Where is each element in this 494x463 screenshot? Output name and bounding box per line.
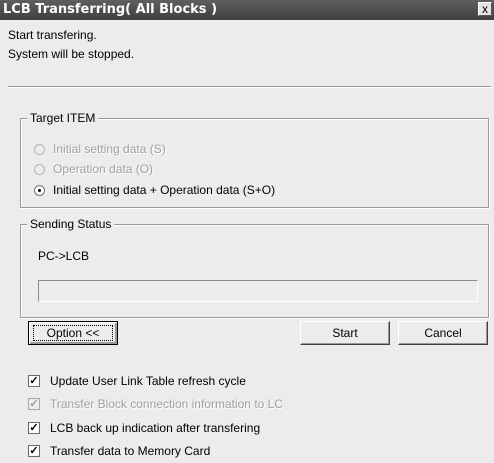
radio-label: Initial setting data (S) (53, 142, 166, 156)
sending-progress-bar (38, 280, 478, 302)
radio-label: Operation data (O) (53, 162, 154, 176)
checkbox-label: Update User Link Table refresh cycle (50, 374, 246, 388)
radio-button-icon (34, 143, 45, 155)
close-icon: x (482, 2, 488, 16)
start-button-label: Start (332, 326, 358, 340)
sending-status-title: Sending Status (27, 217, 115, 231)
message-line-2: System will be stopped. (8, 47, 135, 61)
window-title: LCB Transferring( All Blocks ) (3, 2, 218, 17)
checkbox-checked-icon: ✓ (28, 445, 40, 457)
checkbox-checked-icon: ✓ (28, 422, 40, 434)
checkbox-memory-card[interactable]: ✓ Transfer data to Memory Card (28, 443, 210, 459)
radio-operation-data[interactable]: Operation data (O) (34, 161, 153, 177)
cancel-button-label: Cancel (424, 326, 462, 340)
radio-button-selected-icon (34, 184, 45, 196)
message-line-1: Start transfering. (8, 28, 97, 42)
checkbox-label: Transfer data to Memory Card (50, 444, 211, 458)
checkbox-checked-icon: ✓ (28, 398, 40, 410)
checkbox-label: Transfer Block connection information to… (50, 397, 283, 411)
sending-status-group: Sending Status (20, 217, 489, 318)
focus-ring (33, 325, 113, 341)
title-bar[interactable]: LCB Transferring( All Blocks ) x (0, 0, 494, 20)
radio-initial-plus-operation[interactable]: Initial setting data + Operation data (S… (34, 182, 275, 198)
checkbox-label: LCB back up indication after transfering (50, 421, 261, 435)
cancel-button[interactable]: Cancel (398, 321, 488, 345)
dialog-window: LCB Transferring( All Blocks ) x Start t… (0, 0, 494, 463)
target-item-title: Target ITEM (27, 111, 99, 125)
checkbox-lcb-backup[interactable]: ✓ LCB back up indication after transferi… (28, 420, 260, 436)
checkbox-checked-icon: ✓ (28, 375, 40, 387)
checkbox-update-user-link[interactable]: ✓ Update User Link Table refresh cycle (28, 373, 246, 389)
option-button[interactable]: Option << (28, 321, 118, 345)
transfer-direction: PC->LCB (38, 249, 90, 263)
radio-button-icon (34, 163, 45, 175)
separator (8, 86, 491, 88)
close-button[interactable]: x (478, 2, 492, 16)
radio-initial-setting[interactable]: Initial setting data (S) (34, 141, 166, 157)
radio-label: Initial setting data + Operation data (S… (53, 183, 276, 197)
start-button[interactable]: Start (300, 321, 390, 345)
checkbox-transfer-block-connection[interactable]: ✓ Transfer Block connection information … (28, 396, 283, 412)
